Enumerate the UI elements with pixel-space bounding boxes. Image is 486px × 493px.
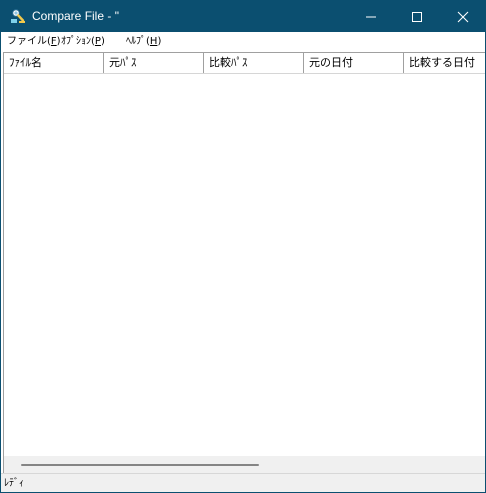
menu-bar: ファイル(F) ｵﾌﾟｼｮﾝ(P) ﾍﾙﾌﾟ(H) bbox=[1, 32, 485, 51]
status-text: ﾚﾃﾞｨ bbox=[4, 478, 24, 489]
close-icon bbox=[457, 11, 469, 23]
menu-options[interactable]: ｵﾌﾟｼｮﾝ(P) bbox=[61, 32, 105, 51]
column-header-source-path[interactable]: 元ﾊﾟｽ bbox=[104, 53, 203, 73]
title-bar[interactable]: Compare File - " bbox=[1, 1, 485, 32]
file-list-view[interactable]: ﾌｧｲﾙ名 元ﾊﾟｽ 比較ﾊﾟｽ 元の日付 比較する日付 bbox=[3, 52, 485, 474]
window-title: Compare File - " bbox=[32, 9, 119, 23]
app-window: Compare File - " ファイル(F) ｵﾌﾟｼｮﾝ(P) ﾍﾙﾌﾟ(… bbox=[0, 0, 486, 493]
column-header-filename[interactable]: ﾌｧｲﾙ名 bbox=[4, 53, 103, 73]
menu-help[interactable]: ﾍﾙﾌﾟ(H) bbox=[126, 32, 161, 51]
menu-options-suffix: ) bbox=[100, 36, 105, 47]
search-person-icon bbox=[10, 8, 26, 24]
horizontal-scrollbar[interactable] bbox=[4, 456, 485, 474]
scrollbar-thumb[interactable] bbox=[21, 464, 259, 466]
menu-options-label: ｵﾌﾟｼｮﾝ( bbox=[61, 36, 95, 47]
column-header-compare-path[interactable]: 比較ﾊﾟｽ bbox=[204, 53, 303, 73]
menu-file-label: ファイル( bbox=[7, 36, 51, 47]
minimize-button[interactable] bbox=[348, 1, 394, 32]
menu-file[interactable]: ファイル(F) bbox=[7, 32, 61, 51]
menu-file-suffix: ) bbox=[56, 36, 61, 47]
menu-help-label: ﾍﾙﾌﾟ( bbox=[126, 36, 150, 47]
status-bar: ﾚﾃﾞｨ bbox=[1, 473, 485, 492]
minimize-icon bbox=[366, 16, 376, 18]
column-header-source-date[interactable]: 元の日付 bbox=[304, 53, 403, 73]
column-header-compare-date[interactable]: 比較する日付 bbox=[404, 53, 485, 73]
maximize-icon bbox=[412, 12, 422, 22]
file-list-body[interactable] bbox=[4, 74, 485, 456]
column-headers: ﾌｧｲﾙ名 元ﾊﾟｽ 比較ﾊﾟｽ 元の日付 比較する日付 bbox=[4, 53, 485, 74]
menu-help-suffix: ) bbox=[157, 36, 162, 47]
maximize-button[interactable] bbox=[394, 1, 440, 32]
close-button[interactable] bbox=[440, 1, 485, 32]
